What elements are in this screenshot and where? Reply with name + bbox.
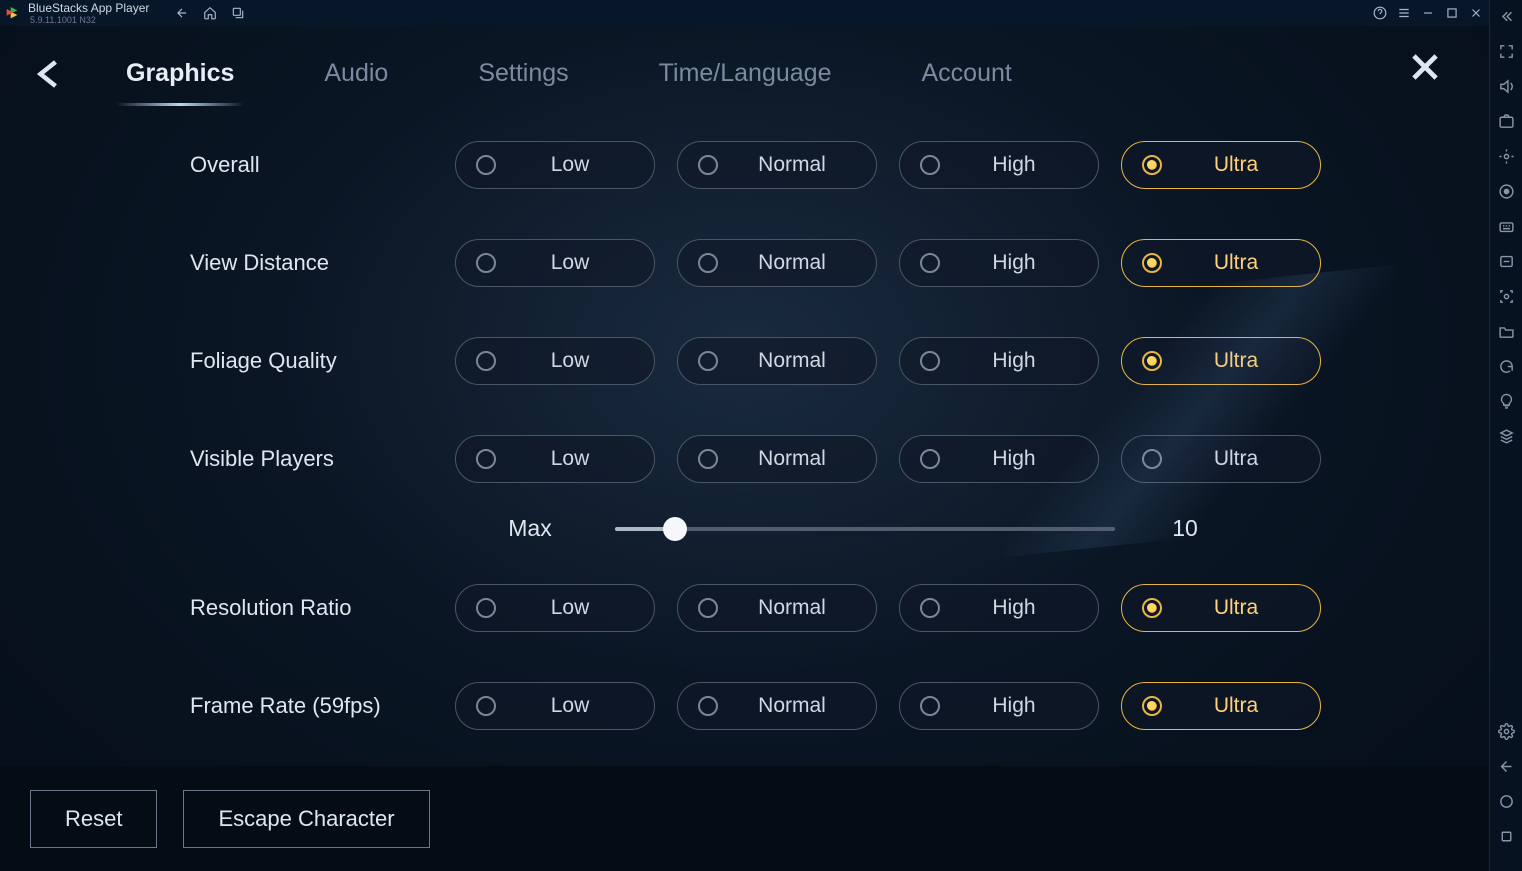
visible-players-low[interactable]: Low bbox=[455, 435, 655, 483]
framerate-ultra[interactable]: Ultra bbox=[1121, 682, 1321, 730]
view-distance-high[interactable]: High bbox=[899, 239, 1099, 287]
foliage-ultra[interactable]: Ultra bbox=[1121, 337, 1321, 385]
row-max-players-slider: Max 10 bbox=[0, 515, 1489, 542]
record-icon[interactable] bbox=[1498, 183, 1515, 200]
label-resolution-ratio: Resolution Ratio bbox=[190, 595, 455, 621]
screenshot-icon[interactable] bbox=[1498, 113, 1515, 130]
graphics-settings-panel: Overall Low Normal High Ultra View Dista… bbox=[0, 101, 1489, 766]
nav-back-icon[interactable] bbox=[175, 6, 189, 20]
maximize-icon[interactable] bbox=[1445, 6, 1459, 20]
overall-high[interactable]: High bbox=[899, 141, 1099, 189]
app-version: 5.9.11.1001 N32 bbox=[30, 15, 149, 25]
close-window-icon[interactable] bbox=[1469, 6, 1483, 20]
bluestacks-titlebar: BlueStacks App Player 5.9.11.1001 N32 bbox=[0, 0, 1489, 26]
gear-icon[interactable] bbox=[1498, 723, 1515, 740]
view-distance-low[interactable]: Low bbox=[455, 239, 655, 287]
bluestacks-logo-icon bbox=[6, 5, 22, 21]
android-home-icon[interactable] bbox=[1498, 793, 1515, 810]
row-overall: Overall Low Normal High Ultra bbox=[0, 141, 1489, 189]
menu-icon[interactable] bbox=[1397, 6, 1411, 20]
slider-label-max: Max bbox=[455, 515, 605, 542]
label-foliage-quality: Foliage Quality bbox=[190, 348, 455, 374]
rotate-icon[interactable] bbox=[1498, 358, 1515, 375]
row-view-distance: View Distance Low Normal High Ultra bbox=[0, 239, 1489, 287]
view-distance-ultra[interactable]: Ultra bbox=[1121, 239, 1321, 287]
nav-recents-icon[interactable] bbox=[231, 6, 245, 20]
screenshot2-icon[interactable] bbox=[1498, 288, 1515, 305]
resolution-ultra[interactable]: Ultra bbox=[1121, 584, 1321, 632]
resolution-normal[interactable]: Normal bbox=[677, 584, 877, 632]
close-settings-icon[interactable] bbox=[1406, 48, 1444, 86]
minimize-icon[interactable] bbox=[1421, 6, 1435, 20]
row-foliage-quality: Foliage Quality Low Normal High Ultra bbox=[0, 337, 1489, 385]
bulb-icon[interactable] bbox=[1498, 393, 1515, 410]
location-icon[interactable] bbox=[1498, 148, 1515, 165]
instances-icon[interactable] bbox=[1498, 428, 1515, 445]
framerate-low[interactable]: Low bbox=[455, 682, 655, 730]
resolution-low[interactable]: Low bbox=[455, 584, 655, 632]
foliage-low[interactable]: Low bbox=[455, 337, 655, 385]
tab-audio[interactable]: Audio bbox=[324, 59, 388, 88]
foliage-normal[interactable]: Normal bbox=[677, 337, 877, 385]
visible-players-ultra[interactable]: Ultra bbox=[1121, 435, 1321, 483]
escape-character-button[interactable]: Escape Character bbox=[183, 790, 429, 848]
visible-players-normal[interactable]: Normal bbox=[677, 435, 877, 483]
framerate-normal[interactable]: Normal bbox=[677, 682, 877, 730]
tab-time-language[interactable]: Time/Language bbox=[659, 59, 832, 88]
overall-ultra[interactable]: Ultra bbox=[1121, 141, 1321, 189]
framerate-high[interactable]: High bbox=[899, 682, 1099, 730]
foliage-high[interactable]: High bbox=[899, 337, 1099, 385]
label-view-distance: View Distance bbox=[190, 250, 455, 276]
tab-settings[interactable]: Settings bbox=[478, 59, 568, 88]
keymap-icon[interactable] bbox=[1498, 218, 1515, 235]
row-frame-rate: Frame Rate (59fps) Low Normal High Ultra bbox=[0, 682, 1489, 730]
overall-low[interactable]: Low bbox=[455, 141, 655, 189]
volume-icon[interactable] bbox=[1498, 78, 1515, 95]
help-icon[interactable] bbox=[1373, 6, 1387, 20]
android-recents-icon[interactable] bbox=[1498, 828, 1515, 845]
label-overall: Overall bbox=[190, 152, 455, 178]
app-title: BlueStacks App Player bbox=[28, 1, 149, 15]
collapse-sidebar-icon[interactable] bbox=[1498, 8, 1515, 25]
label-visible-players: Visible Players bbox=[190, 446, 455, 472]
slider-thumb[interactable] bbox=[663, 517, 687, 541]
visible-players-high[interactable]: High bbox=[899, 435, 1099, 483]
settings-footer: Reset Escape Character bbox=[0, 766, 1489, 871]
apk-icon[interactable] bbox=[1498, 253, 1515, 270]
overall-normal[interactable]: Normal bbox=[677, 141, 877, 189]
label-frame-rate: Frame Rate (59fps) bbox=[190, 693, 455, 719]
android-back-icon[interactable] bbox=[1498, 758, 1515, 775]
folder-icon[interactable] bbox=[1498, 323, 1515, 340]
slider-value: 10 bbox=[1145, 515, 1225, 542]
row-visible-players: Visible Players Low Normal High Ultra bbox=[0, 435, 1489, 483]
nav-home-icon[interactable] bbox=[203, 6, 217, 20]
reset-button[interactable]: Reset bbox=[30, 790, 157, 848]
back-arrow-icon[interactable] bbox=[30, 56, 66, 92]
view-distance-normal[interactable]: Normal bbox=[677, 239, 877, 287]
row-resolution-ratio: Resolution Ratio Low Normal High Ultra bbox=[0, 584, 1489, 632]
resolution-high[interactable]: High bbox=[899, 584, 1099, 632]
tab-graphics[interactable]: Graphics bbox=[126, 59, 234, 88]
settings-tabs: Graphics Audio Settings Time/Language Ac… bbox=[0, 26, 1489, 101]
max-players-slider[interactable] bbox=[615, 527, 1115, 531]
bluestacks-sidebar bbox=[1489, 0, 1522, 871]
tab-account[interactable]: Account bbox=[921, 59, 1011, 88]
fullscreen-icon[interactable] bbox=[1498, 43, 1515, 60]
